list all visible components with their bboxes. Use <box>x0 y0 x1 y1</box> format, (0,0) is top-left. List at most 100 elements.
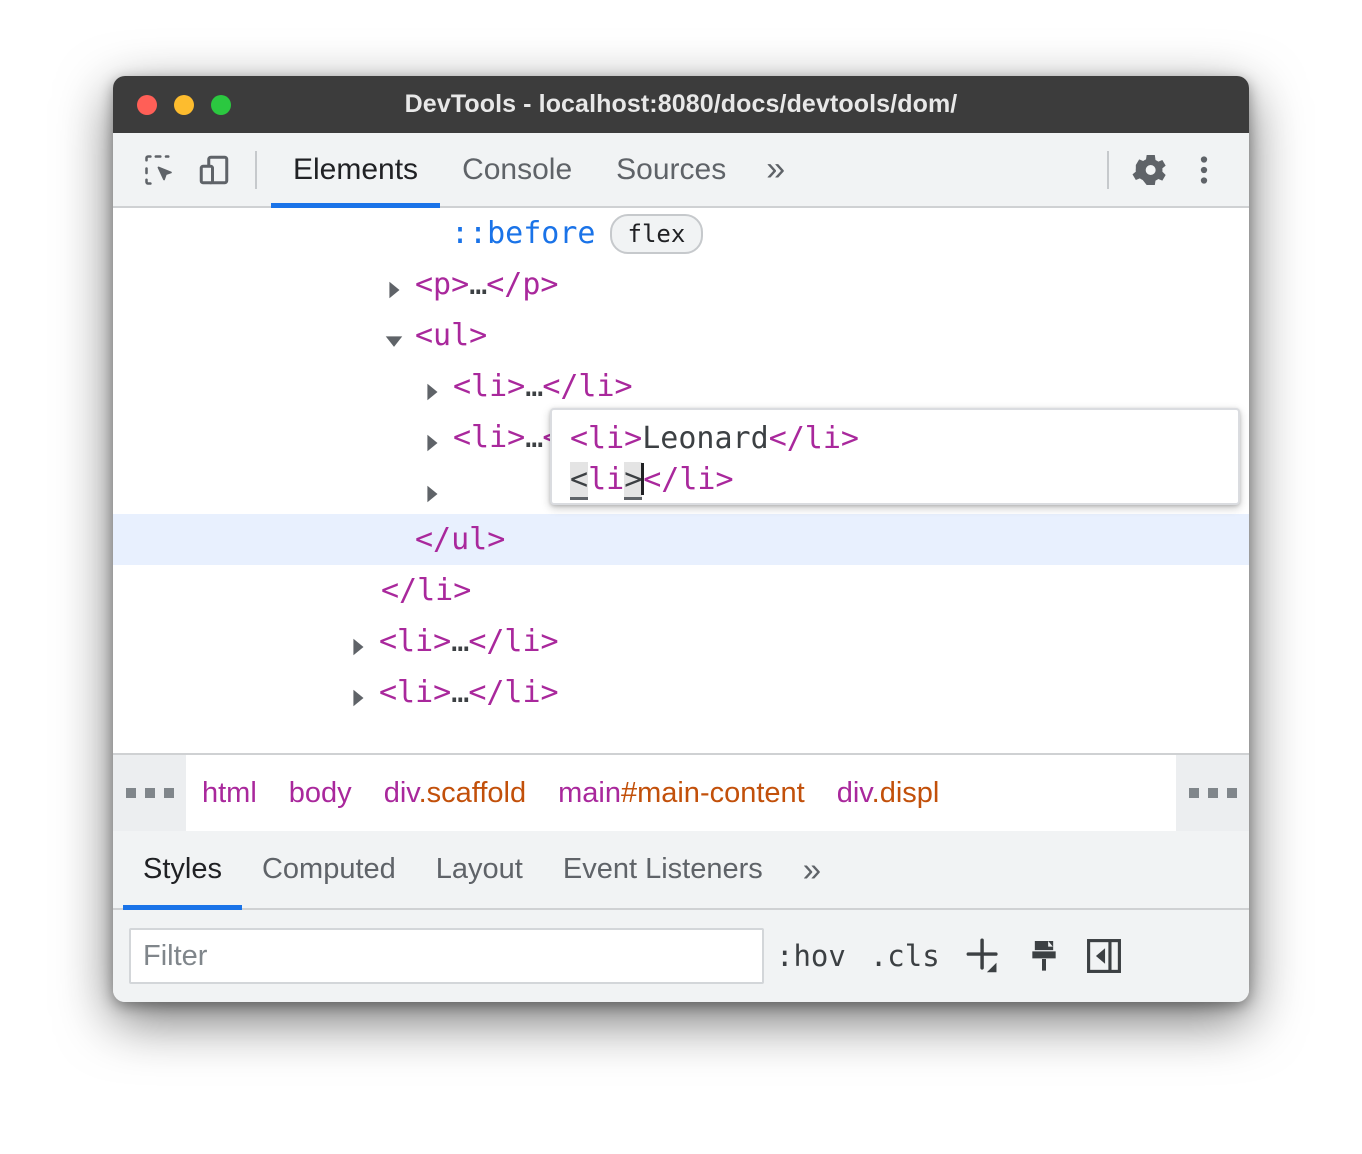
styles-toolbar: :hov .cls <box>113 910 1249 1002</box>
breadcrumb: html body div.scaffold main#main-content… <box>113 753 1249 831</box>
dom-edit-textarea[interactable]: <li>Leonard</li> <li></li> <box>550 408 1240 505</box>
edit-text-content: Leonard <box>642 421 768 456</box>
tab-elements-label: Elements <box>293 153 418 187</box>
breadcrumb-item-html[interactable]: html <box>186 777 273 810</box>
devtools-main-toolbar: Elements Console Sources » <box>113 133 1249 208</box>
paintbrush-icon <box>1024 936 1064 976</box>
tab-sources[interactable]: Sources <box>594 133 748 206</box>
dom-open-tag: <ul> <box>415 318 487 353</box>
tab-styles[interactable]: Styles <box>123 831 242 908</box>
zoom-window-button[interactable] <box>211 95 231 115</box>
dom-open-tag: <li> <box>379 675 451 710</box>
dom-close-tag: </li> <box>468 675 558 710</box>
tab-console-label: Console <box>462 153 572 187</box>
more-tabs-chevron-icon: » <box>766 150 785 189</box>
dom-row-p[interactable]: <p> … </p> <box>113 259 1249 310</box>
twisty-collapsed-icon[interactable] <box>421 427 443 449</box>
device-toolbar-button[interactable] <box>187 143 241 197</box>
sidebar-more-tabs-button[interactable]: » <box>783 831 841 908</box>
tab-layout-label: Layout <box>436 853 523 886</box>
dom-collapsed-ellipsis: … <box>525 420 542 455</box>
edit-close-tag: </li> <box>643 462 733 497</box>
toggle-computed-sidebar-button[interactable] <box>1076 928 1132 984</box>
dom-close-tag: </li> <box>542 369 632 404</box>
breadcrumb-item-body[interactable]: body <box>273 777 368 810</box>
dom-row-ul[interactable]: <ul> <box>113 310 1249 361</box>
twisty-collapsed-icon[interactable] <box>383 274 405 296</box>
breadcrumb-tag: main <box>558 777 621 809</box>
inspect-element-button[interactable] <box>133 143 187 197</box>
twisty-collapsed-icon[interactable] <box>347 682 369 704</box>
dom-collapsed-ellipsis: … <box>525 369 542 404</box>
twisty-collapsed-icon[interactable] <box>421 376 443 398</box>
tab-elements[interactable]: Elements <box>271 133 440 206</box>
show-computed-sidebar-icon <box>1083 935 1125 977</box>
breadcrumb-tag: html <box>202 777 257 809</box>
dom-tree[interactable]: ::before flex <p> … </p> <ul> <li> … </l… <box>113 208 1249 753</box>
toolbar-divider-left <box>255 151 257 189</box>
settings-button[interactable] <box>1123 143 1177 197</box>
kebab-menu-icon <box>1186 152 1222 188</box>
minimize-window-button[interactable] <box>174 95 194 115</box>
inspect-element-icon <box>142 152 178 188</box>
toolbar-right-group <box>1093 143 1249 197</box>
device-toolbar-icon <box>196 152 232 188</box>
tab-event-listeners-label: Event Listeners <box>563 853 763 886</box>
dom-row-ul-close[interactable]: </ul> <box>113 514 1249 565</box>
tab-sources-label: Sources <box>616 153 726 187</box>
dom-row-before-pseudo[interactable]: ::before flex <box>113 208 1249 259</box>
dom-collapsed-ellipsis: … <box>469 267 486 302</box>
dom-close-tag: </li> <box>381 573 471 608</box>
dom-row-li-4[interactable]: <li> … </li> <box>113 667 1249 718</box>
breadcrumb-modifier: .displ <box>872 777 940 809</box>
edit-bracket-open-gt: > <box>624 462 642 500</box>
twisty-collapsed-icon[interactable] <box>421 478 443 500</box>
dom-row-li-3[interactable]: <li> … </li> <box>113 616 1249 667</box>
close-window-button[interactable] <box>137 95 157 115</box>
breadcrumb-item-div-scaffold[interactable]: div.scaffold <box>368 777 542 810</box>
ellipsis-dot-icon <box>145 788 155 798</box>
edit-tag-name: li <box>588 462 624 497</box>
breadcrumb-item-main-content[interactable]: main#main-content <box>542 777 821 810</box>
twisty-collapsed-icon[interactable] <box>347 631 369 653</box>
toggle-hover-state-button[interactable]: :hov <box>764 928 858 984</box>
new-style-rule-button[interactable] <box>956 928 1012 984</box>
dom-collapsed-ellipsis: … <box>451 675 468 710</box>
plus-new-style-rule-icon <box>961 933 1007 979</box>
window-titlebar: DevTools - localhost:8080/docs/devtools/… <box>113 76 1249 133</box>
dom-row-li-close[interactable]: </li> <box>113 565 1249 616</box>
edit-line-2: <li></li> <box>570 459 1238 500</box>
dom-row-li-1[interactable]: <li> … </li> <box>113 361 1249 412</box>
dom-open-tag: <li> <box>453 369 525 404</box>
dom-open-tag: <li> <box>453 420 525 455</box>
sidebar-more-tabs-chevron-icon: » <box>803 851 821 889</box>
tab-computed[interactable]: Computed <box>242 831 416 908</box>
twisty-expanded-icon[interactable] <box>383 325 405 347</box>
sidebar-tabs: Styles Computed Layout Event Listeners » <box>113 831 1249 910</box>
toggle-class-editor-button[interactable]: .cls <box>858 928 952 984</box>
edit-line-1: <li>Leonard</li> <box>570 418 1238 459</box>
tab-event-listeners[interactable]: Event Listeners <box>543 831 783 908</box>
breadcrumb-track: html body div.scaffold main#main-content… <box>186 755 1176 831</box>
gear-icon <box>1130 150 1170 190</box>
dom-close-tag: </ul> <box>415 522 505 557</box>
computed-styles-button[interactable] <box>1016 928 1072 984</box>
styles-filter-input[interactable] <box>129 928 764 984</box>
tab-console[interactable]: Console <box>440 133 594 206</box>
breadcrumb-tag: div <box>384 777 419 809</box>
panel-tabs: Elements Console Sources » <box>271 133 803 206</box>
breadcrumb-overflow-left-button[interactable] <box>113 755 186 831</box>
breadcrumb-item-div-displ[interactable]: div.displ <box>821 777 956 810</box>
tab-layout[interactable]: Layout <box>416 831 543 908</box>
breadcrumb-overflow-right-button[interactable] <box>1176 755 1249 831</box>
breadcrumb-modifier: .scaffold <box>419 777 526 809</box>
edit-bracket-open-lt: < <box>570 462 588 500</box>
window-title: DevTools - localhost:8080/docs/devtools/… <box>113 90 1249 119</box>
more-tabs-button[interactable]: » <box>748 133 803 206</box>
devtools-window: DevTools - localhost:8080/docs/devtools/… <box>113 76 1249 1002</box>
flex-badge[interactable]: flex <box>610 214 704 254</box>
cls-label: .cls <box>870 939 940 973</box>
dom-collapsed-ellipsis: … <box>451 624 468 659</box>
more-options-button[interactable] <box>1177 143 1231 197</box>
ellipsis-dot-icon <box>1189 788 1199 798</box>
